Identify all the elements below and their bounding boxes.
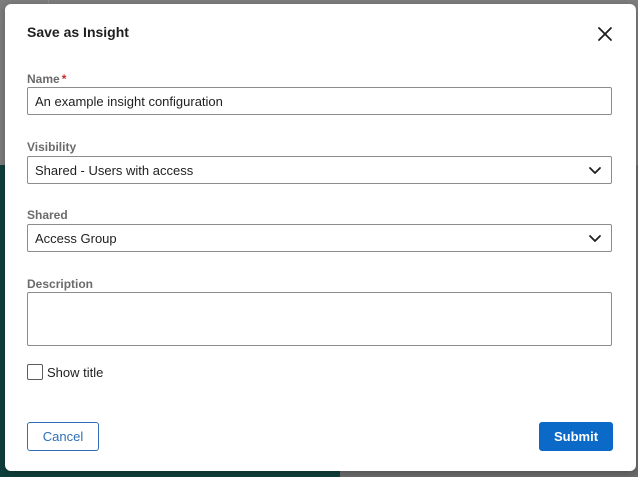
- name-input[interactable]: [27, 87, 612, 115]
- show-title-label: Show title: [47, 364, 104, 380]
- description-label: Description: [27, 277, 94, 291]
- visibility-selected-value: Shared - Users with access: [35, 162, 194, 178]
- show-title-option[interactable]: Show title: [27, 364, 103, 380]
- description-textarea[interactable]: [27, 292, 612, 346]
- shared-select[interactable]: Access Group: [27, 224, 612, 252]
- shared-label: Shared: [27, 208, 68, 222]
- show-title-checkbox[interactable]: [27, 364, 43, 380]
- required-marker: *: [61, 72, 67, 86]
- submit-button[interactable]: Submit: [539, 422, 613, 451]
- cancel-button[interactable]: Cancel: [27, 422, 99, 451]
- save-insight-dialog: Save as Insight Name* Visibility Shared …: [5, 4, 636, 471]
- dialog-title: Save as Insight: [27, 24, 129, 40]
- chevron-down-icon: [589, 167, 601, 174]
- close-button[interactable]: [594, 23, 616, 45]
- visibility-select[interactable]: Shared - Users with access: [27, 156, 612, 184]
- name-label-row: Name *: [27, 72, 66, 86]
- chevron-down-icon: [589, 235, 601, 242]
- name-label: Name: [27, 72, 60, 86]
- close-icon: [598, 27, 612, 41]
- visibility-label: Visibility: [27, 140, 77, 154]
- shared-selected-value: Access Group: [35, 230, 117, 246]
